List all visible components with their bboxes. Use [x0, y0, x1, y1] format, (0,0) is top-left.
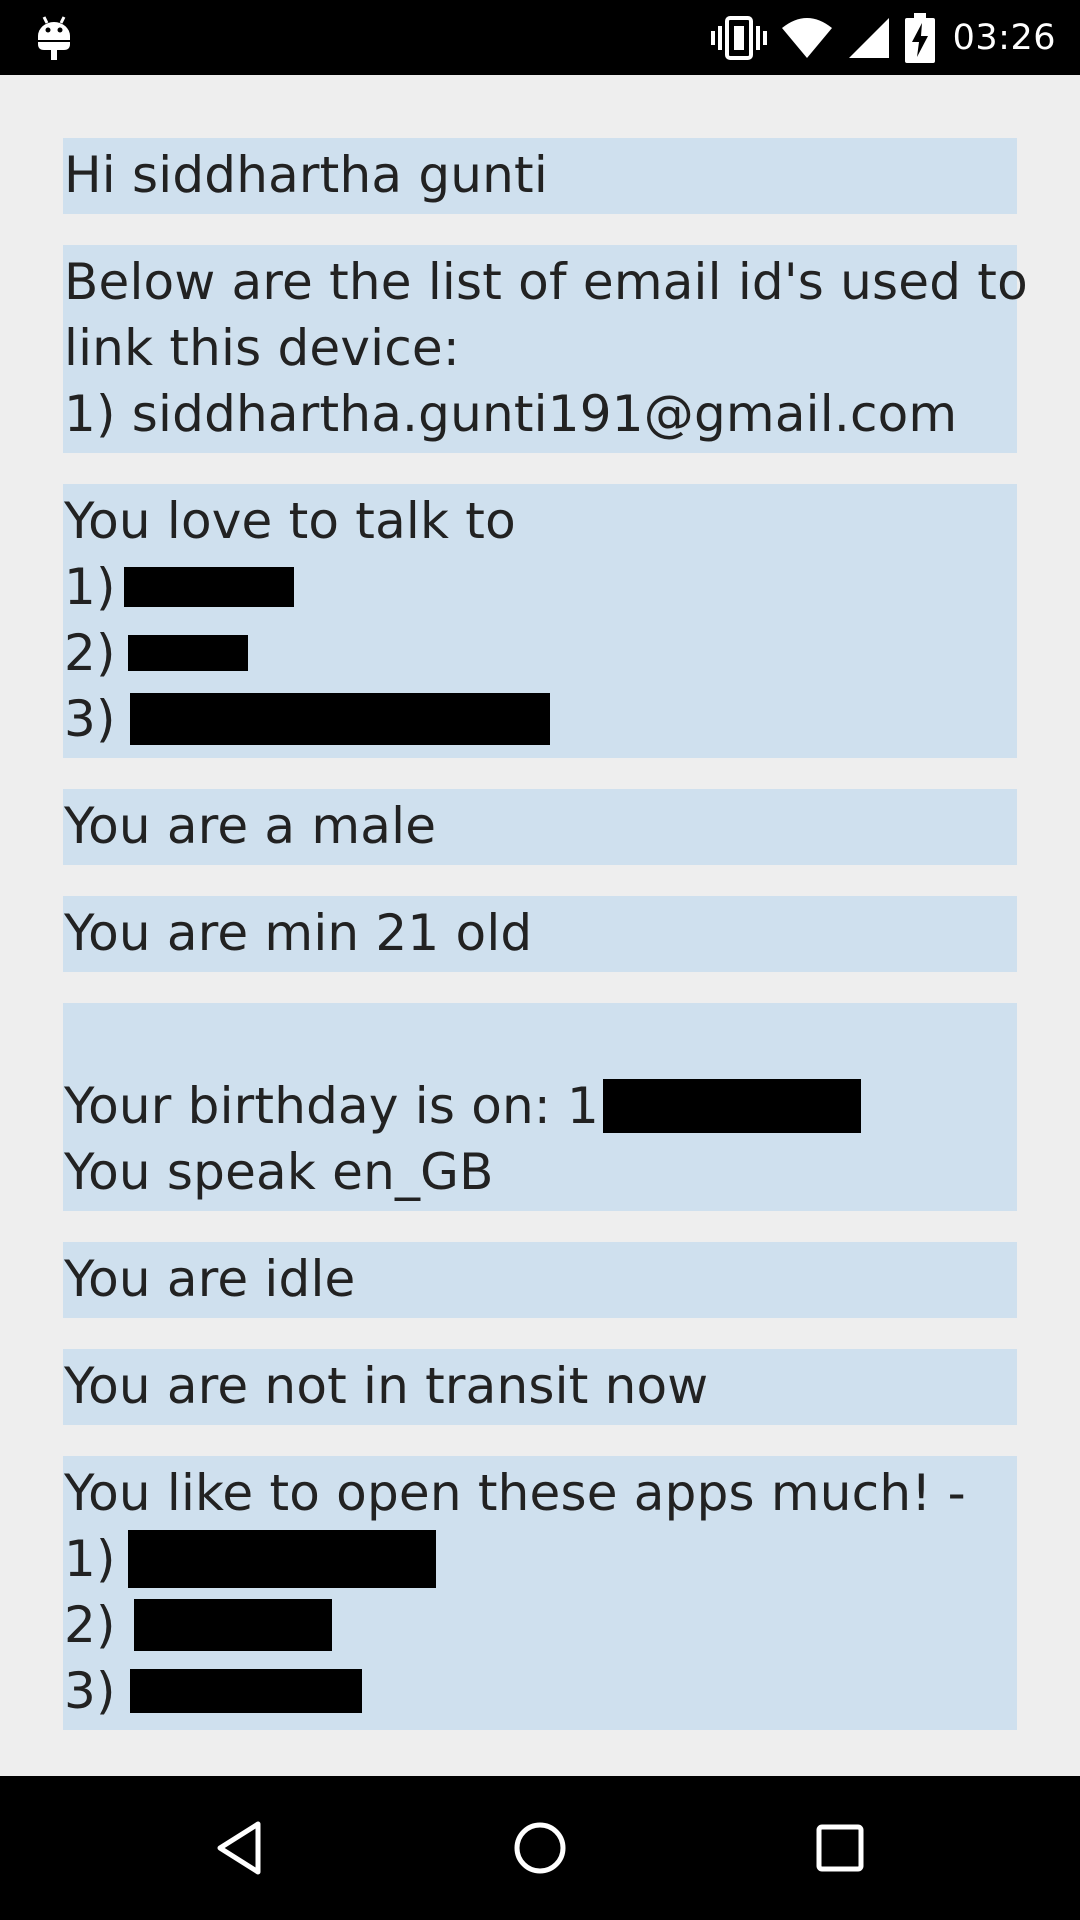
navigation-bar: [0, 1776, 1080, 1920]
language-text: You speak en_GB: [64, 1143, 494, 1201]
recents-icon: [816, 1824, 864, 1872]
greeting-text: Hi siddhartha gunti: [64, 146, 548, 204]
birthday-line: Your birthday is on: 1: [64, 1073, 1017, 1139]
contacts-heading: You love to talk to: [64, 492, 516, 550]
gender-card: You are a male: [63, 789, 1017, 865]
age-text: You are min 21 old: [64, 904, 533, 962]
android-icon: [38, 16, 70, 60]
email-intro-line-2: link this device:: [64, 319, 460, 377]
redacted-block: [129, 692, 550, 745]
contact-index: 2): [64, 624, 116, 682]
home-button[interactable]: [480, 1776, 600, 1920]
profile-card: Your birthday is on: 1 You speak en_GB: [63, 1003, 1017, 1211]
apps-heading: You like to open these apps much! -: [64, 1464, 966, 1522]
transit-card: You are not in transit now: [63, 1349, 1017, 1425]
app-item: 1): [64, 1526, 1017, 1592]
redacted-block: [123, 566, 294, 607]
wifi-icon: [781, 17, 832, 58]
email-item: 1) siddhartha.gunti191@gmail.com: [64, 385, 958, 443]
back-button[interactable]: [180, 1776, 300, 1920]
email-intro-line-1: Below are the list of email id's used to: [64, 253, 1028, 311]
signal-icon: [848, 17, 889, 58]
activity-card: You are idle: [63, 1242, 1017, 1318]
contact-item: 3): [64, 686, 1017, 752]
contact-index: 1): [64, 558, 116, 616]
activity-text: You are idle: [64, 1250, 356, 1308]
contact-index: 3): [64, 690, 116, 748]
redacted-block: [129, 1668, 362, 1713]
gender-text: You are a male: [64, 797, 437, 855]
redacted-block: [127, 1529, 436, 1588]
redacted-block: [133, 1598, 332, 1651]
birthday-text: Your birthday is on: 1: [64, 1077, 600, 1135]
battery-charging-icon: [904, 12, 935, 63]
email-list-card: Below are the list of email id's used to…: [63, 245, 1028, 453]
contact-item: 1): [64, 554, 1017, 620]
content-list: Hi siddhartha gunti Below are the list o…: [63, 138, 1028, 1761]
greeting-card: Hi siddhartha gunti: [63, 138, 1017, 214]
age-card: You are min 21 old: [63, 896, 1017, 972]
redacted-block: [603, 1078, 862, 1133]
status-bar: 03:26: [0, 0, 1080, 75]
recents-button[interactable]: [780, 1776, 900, 1920]
contacts-card: You love to talk to 1) 2) 3): [63, 484, 1017, 758]
app-index: 1): [64, 1530, 116, 1588]
app-item: 2): [64, 1592, 1017, 1658]
transit-text: You are not in transit now: [64, 1357, 709, 1415]
vibrate-icon: [710, 15, 767, 60]
app-index: 3): [64, 1662, 116, 1720]
app-item: 3): [64, 1658, 1017, 1724]
home-icon: [514, 1822, 566, 1874]
back-icon: [217, 1821, 261, 1875]
apps-card: You like to open these apps much! - 1) 2…: [63, 1456, 1017, 1730]
app-index: 2): [64, 1596, 116, 1654]
status-time: 03:26: [952, 17, 1056, 58]
contact-item: 2): [64, 620, 1017, 686]
redacted-block: [127, 634, 248, 671]
